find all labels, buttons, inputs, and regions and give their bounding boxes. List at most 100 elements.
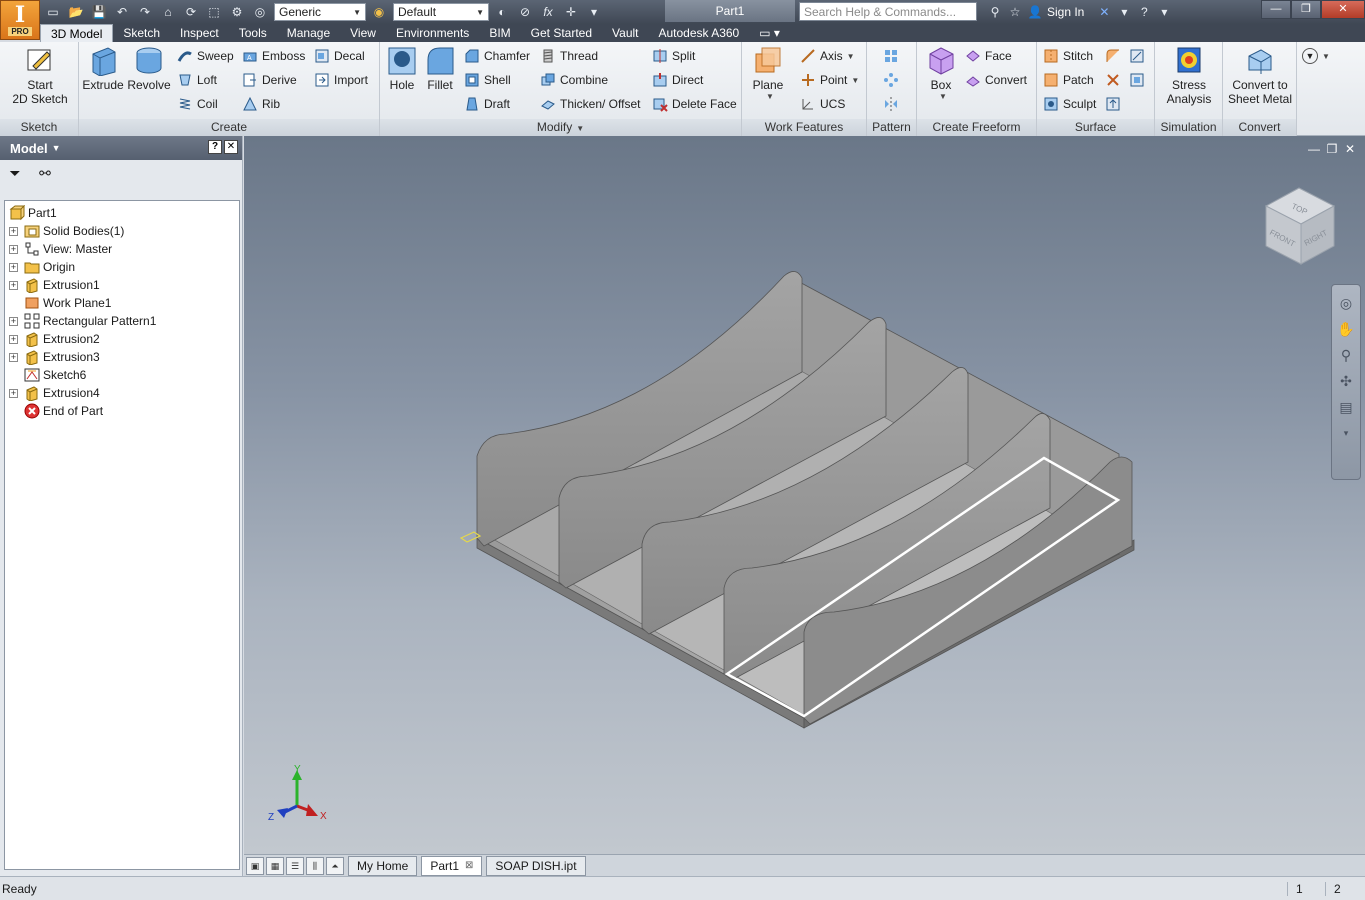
tree-item[interactable]: Work Plane1 [5, 294, 239, 312]
rectangular-pattern-button[interactable] [883, 46, 903, 66]
undo-icon[interactable]: ↶ [112, 3, 132, 21]
extrude-button[interactable]: Extrude [82, 44, 124, 92]
expand-icon[interactable]: + [9, 334, 18, 344]
help-icon[interactable]: ? [1134, 5, 1154, 19]
loft-button[interactable]: Loft [177, 70, 217, 90]
minimize-icon[interactable]: — [1305, 142, 1323, 156]
parameters-icon[interactable]: fx [538, 3, 558, 21]
tab-autodesk-a360[interactable]: Autodesk A360 [649, 24, 750, 42]
hole-button[interactable]: Hole [384, 44, 420, 92]
clear-appearance-icon[interactable]: ⊘ [515, 3, 535, 21]
orbit-icon[interactable]: ✣ [1335, 369, 1357, 393]
tree-item[interactable]: Sketch6 [5, 366, 239, 384]
tree-item[interactable]: + Extrusion1 [5, 276, 239, 294]
close-icon[interactable]: ✕ [224, 140, 238, 154]
tree-item[interactable]: + Solid Bodies(1) [5, 222, 239, 240]
plane-button[interactable]: Plane ▼ [748, 44, 788, 101]
settings-icon[interactable]: ◎ [250, 3, 270, 21]
decal-button[interactable]: Decal [314, 46, 365, 66]
open-icon[interactable]: 📂 [66, 3, 86, 21]
tree-item[interactable]: + Origin [5, 258, 239, 276]
tree-item[interactable]: + Rectangular Pattern1 [5, 312, 239, 330]
freeform-convert-button[interactable]: Convert [965, 70, 1027, 90]
zoom-icon[interactable]: ⚲ [1335, 343, 1357, 367]
revolve-button[interactable]: Revolve [127, 44, 171, 92]
tile-horizontal-icon[interactable]: ☰ [286, 856, 304, 875]
chevron-down-icon[interactable]: ▾ [1335, 421, 1357, 445]
expand-icon[interactable]: + [9, 280, 18, 290]
tree-item[interactable]: Part1 [5, 204, 239, 222]
close-tab-icon[interactable]: ⊠ [465, 857, 473, 875]
tab-3d-model[interactable]: 3D Model [40, 24, 114, 42]
replace-face-button[interactable] [1105, 94, 1125, 114]
fillet-button[interactable]: Fillet [422, 44, 458, 92]
sign-in-link[interactable]: Sign In [1047, 5, 1084, 19]
steering-wheel-icon[interactable]: ◎ [1335, 291, 1357, 315]
shell-button[interactable]: Shell [464, 70, 511, 90]
tree-item[interactable]: + View: Master [5, 240, 239, 258]
trim-button[interactable] [1105, 46, 1125, 66]
expand-icon[interactable]: + [9, 226, 18, 236]
direct-button[interactable]: Direct [652, 70, 703, 90]
rib-button[interactable]: Rib [242, 94, 280, 114]
soap-dish-model[interactable] [459, 271, 1135, 729]
star-icon[interactable]: ☆ [1005, 5, 1025, 19]
expand-icon[interactable]: + [9, 388, 18, 398]
freeform-face-button[interactable]: Face [965, 46, 1012, 66]
appearance-adjust-icon[interactable]: ◐ [492, 3, 512, 21]
color-wheel-icon[interactable]: ◉ [369, 3, 389, 21]
tab-manage[interactable]: Manage [277, 24, 340, 42]
doc-tab-soap-dish[interactable]: SOAP DISH.ipt [486, 855, 586, 876]
tab-sketch[interactable]: Sketch [113, 24, 170, 42]
chevron-down-icon[interactable]: ▾ [1154, 5, 1174, 19]
appearance-select[interactable]: Default ▼ [393, 3, 489, 21]
tree-item[interactable]: + Extrusion4 [5, 384, 239, 402]
application-menu-button[interactable]: I PRO [0, 0, 40, 40]
browser-header[interactable]: Model ▼ ? ✕ [0, 136, 242, 160]
tree-item[interactable]: + Extrusion3 [5, 348, 239, 366]
combine-button[interactable]: Combine [540, 70, 608, 90]
convert-to-sheet-metal-button[interactable]: Convert to Sheet Metal [1225, 44, 1295, 106]
coil-button[interactable]: Coil [177, 94, 218, 114]
tab-bim[interactable]: BIM [479, 24, 520, 42]
ribbon-minimize-icon[interactable]: ▭ ▾ [749, 24, 790, 42]
graphics-viewport[interactable]: TOP FRONT RIGHT Y X Z — ❐ ✕ ◎ ✋ ⚲ ✣ ▤ ▾ [244, 136, 1365, 854]
expand-icon[interactable]: + [9, 244, 18, 254]
restore-icon[interactable]: ❐ [1323, 142, 1341, 156]
minimize-icon[interactable]: — [1261, 0, 1291, 19]
exchange-icon[interactable]: ✕ [1094, 5, 1114, 19]
help-search-input[interactable]: Search Help & Commands... [799, 2, 977, 21]
ruled-surface-button[interactable] [1129, 46, 1149, 66]
expand-icon[interactable]: + [9, 316, 18, 326]
restore-icon[interactable]: ❐ [1291, 0, 1321, 19]
boundary-patch-button[interactable] [1129, 70, 1149, 90]
customize-qat-icon[interactable]: ▾ [584, 3, 604, 21]
circular-pattern-button[interactable] [883, 70, 903, 90]
adjust-icon[interactable]: ⚙ [227, 3, 247, 21]
viewcube[interactable]: TOP FRONT RIGHT [1264, 187, 1336, 265]
panel-label-modify[interactable]: Modify ▼ [380, 119, 741, 136]
thicken-offset-button[interactable]: Thicken/ Offset [540, 94, 640, 114]
tab-get-started[interactable]: Get Started [521, 24, 602, 42]
stitch-button[interactable]: Stitch [1043, 46, 1093, 66]
doc-tab-part1[interactable]: Part1 ⊠ [421, 855, 483, 876]
freeform-box-button[interactable]: Box ▼ [921, 44, 961, 101]
emboss-button[interactable]: A Emboss [242, 46, 305, 66]
chevron-down-icon[interactable]: ▾ [1114, 5, 1134, 19]
chamfer-button[interactable]: Chamfer [464, 46, 530, 66]
user-icon[interactable]: 👤 [1025, 5, 1045, 19]
look-at-icon[interactable]: ▤ [1335, 395, 1357, 419]
tab-view[interactable]: View [340, 24, 386, 42]
expand-icon[interactable]: + [9, 352, 18, 362]
ribbon-options-button[interactable]: ▼ ▼ [1302, 46, 1330, 66]
material-select[interactable]: Generic ▼ [274, 3, 366, 21]
draft-button[interactable]: Draft [464, 94, 510, 114]
measure-icon[interactable]: ✛ [561, 3, 581, 21]
tab-inspect[interactable]: Inspect [170, 24, 229, 42]
tile-vertical-icon[interactable]: ⫼ [306, 856, 324, 875]
binoculars-icon[interactable]: ⚯ [36, 165, 54, 182]
delete-face-button[interactable]: Delete Face [652, 94, 737, 114]
start-2d-sketch-button[interactable]: Start 2D Sketch [8, 44, 72, 106]
save-icon[interactable]: 💾 [89, 3, 109, 21]
extend-button[interactable] [1105, 70, 1125, 90]
